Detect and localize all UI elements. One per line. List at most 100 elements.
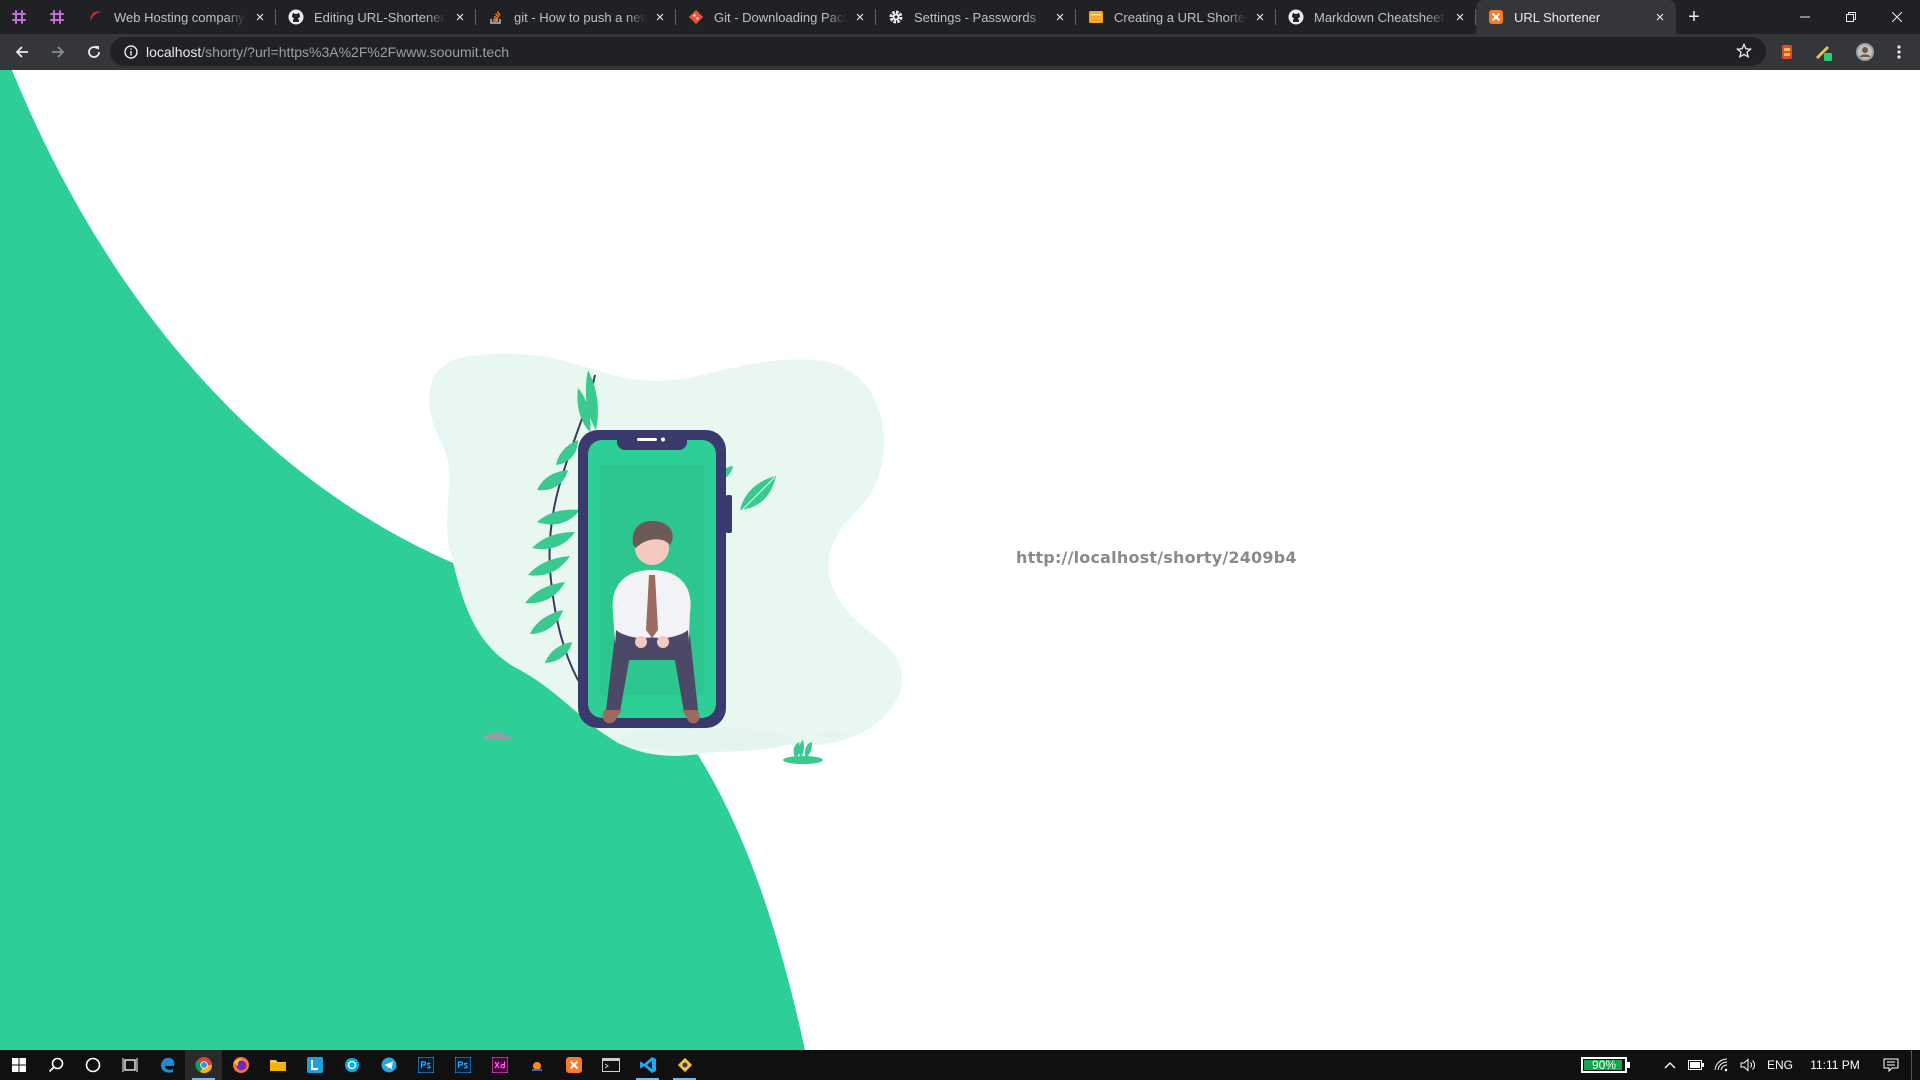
url-host: localhost (146, 43, 202, 60)
profile-avatar[interactable] (1850, 34, 1880, 70)
pinned-tab-slack-2[interactable] (38, 0, 76, 34)
tab-settings-passwords[interactable]: Settings - Passwords × (876, 0, 1076, 34)
adobe-xd-icon (491, 1057, 508, 1073)
search-button[interactable] (37, 1050, 74, 1080)
bookmark-star-icon[interactable] (1735, 42, 1753, 62)
close-tab-icon[interactable]: × (652, 9, 668, 26)
skype-icon (344, 1058, 359, 1072)
tab-strip: Web Hosting company in × Editing URL-Sho… (0, 0, 1920, 34)
new-tab-button[interactable]: + (1676, 0, 1712, 34)
cortana-icon (85, 1057, 100, 1073)
battery-percent: 90% (1591, 1058, 1617, 1072)
tab-stackoverflow[interactable]: git - How to push a new in × (476, 0, 676, 34)
close-tab-icon[interactable]: × (1452, 9, 1468, 26)
battery-indicator[interactable]: 90% (1581, 1057, 1630, 1073)
tab-web-hosting[interactable]: Web Hosting company in × (76, 0, 276, 34)
windows-logo-icon (11, 1058, 26, 1072)
taskbar-skype[interactable] (333, 1050, 370, 1080)
tab-git-download[interactable]: Git - Downloading Packag × (676, 0, 876, 34)
tab-title: Web Hosting company in (114, 9, 246, 25)
url-path: /shorty/?url=https%3A%2F%2Fwww.sooumit.t… (201, 43, 510, 60)
tab-creating-url-shortener[interactable]: Creating a URL Shortener × (1076, 0, 1276, 34)
reload-icon (88, 46, 100, 58)
taskbar-telegram[interactable] (370, 1050, 407, 1080)
taskbar-app-orange[interactable] (518, 1050, 555, 1080)
taskbar-xampp[interactable] (555, 1050, 592, 1080)
taskbar-terminal[interactable] (592, 1050, 629, 1080)
github-icon (1288, 9, 1304, 25)
close-tab-icon[interactable]: × (852, 9, 868, 26)
taskbar-firefox[interactable] (222, 1050, 259, 1080)
task-view-icon (122, 1058, 137, 1072)
taskbar-vscode[interactable] (629, 1050, 666, 1080)
taskbar-photoshop-1[interactable] (407, 1050, 444, 1080)
tab-title: Git - Downloading Packag (714, 9, 846, 25)
input-language[interactable]: ENG (1761, 1058, 1799, 1072)
ground-shadow (615, 728, 795, 752)
back-button[interactable] (4, 34, 40, 70)
taskbar-app-l[interactable] (296, 1050, 333, 1080)
forward-button[interactable] (40, 34, 76, 70)
git-client-icon (677, 1057, 692, 1073)
minimize-button[interactable] (1782, 0, 1828, 34)
battery-tray-icon[interactable] (1683, 1060, 1709, 1070)
extension-pen-icon[interactable] (1808, 34, 1838, 70)
show-hidden-icons-button[interactable] (1657, 1061, 1683, 1069)
start-button[interactable] (0, 1050, 37, 1080)
close-tab-icon[interactable]: × (1052, 9, 1068, 26)
close-window-button[interactable] (1874, 0, 1920, 34)
address-bar[interactable]: localhost/shorty/?url=https%3A%2F%2Fwww.… (110, 37, 1766, 66)
terminal-icon (601, 1058, 620, 1072)
chevron-up-icon (1664, 1062, 1676, 1069)
clock[interactable]: 11:11 PM (1799, 1058, 1871, 1072)
tab-markdown-cheatsheet[interactable]: Markdown Cheatsheet · a × (1276, 0, 1476, 34)
taskbar-file-explorer[interactable] (259, 1050, 296, 1080)
shortened-url-text[interactable]: http://localhost/shorty/2409b4 (1016, 548, 1297, 567)
page-content: http://localhost/shorty/2409b4 (0, 70, 1920, 1050)
volume-tray-icon[interactable] (1735, 1058, 1761, 1072)
tab-github-editing[interactable]: Editing URL-Shortener/RE × (276, 0, 476, 34)
photoshop-icon (454, 1057, 471, 1073)
action-center-button[interactable] (1871, 1058, 1911, 1072)
tab-title: Editing URL-Shortener/RE (314, 9, 446, 25)
folder-icon (269, 1060, 286, 1071)
search-icon (48, 1057, 63, 1073)
notification-icon (1883, 1058, 1899, 1072)
window-controls (1782, 0, 1920, 34)
windows-taskbar: 90% ENG 11:11 PM (0, 1050, 1920, 1080)
close-tab-icon[interactable]: × (452, 9, 468, 26)
restore-icon (1846, 12, 1856, 22)
cortana-button[interactable] (74, 1050, 111, 1080)
taskbar-edge[interactable] (148, 1050, 185, 1080)
taskbar-sourcetree[interactable] (666, 1050, 703, 1080)
photoshop-icon (417, 1057, 434, 1073)
task-view-button[interactable] (111, 1050, 148, 1080)
restore-button[interactable] (1828, 0, 1874, 34)
forward-arrow-icon (52, 46, 65, 58)
xampp-icon (565, 1057, 582, 1073)
edge-icon (160, 1057, 174, 1073)
tab-url-shortener[interactable]: URL Shortener × (1476, 0, 1676, 34)
stackoverflow-icon (488, 9, 504, 25)
close-tab-icon[interactable]: × (1252, 9, 1268, 26)
github-icon (288, 9, 304, 25)
taskbar-adobe-xd[interactable] (481, 1050, 518, 1080)
chrome-menu-button[interactable] (1884, 34, 1914, 70)
close-tab-icon[interactable]: × (252, 9, 268, 26)
network-tray-icon[interactable] (1709, 1058, 1735, 1072)
orange-app-icon (531, 1062, 542, 1071)
slack-icon (12, 10, 26, 24)
vscode-icon (639, 1057, 656, 1073)
gear-icon (888, 9, 904, 25)
site-info-icon[interactable] (116, 44, 146, 59)
tab-title: Markdown Cheatsheet · a (1314, 9, 1446, 25)
close-tab-icon[interactable]: × (1652, 9, 1668, 26)
close-icon (1892, 12, 1902, 22)
extension-fire-icon[interactable] (1772, 34, 1802, 70)
pinned-tab-slack-1[interactable] (0, 0, 38, 34)
taskbar-chrome[interactable] (185, 1050, 222, 1080)
reload-button[interactable] (76, 34, 112, 70)
xampp-icon (1488, 9, 1504, 25)
taskbar-photoshop-2[interactable] (444, 1050, 481, 1080)
show-desktop-button[interactable] (1911, 1050, 1920, 1080)
